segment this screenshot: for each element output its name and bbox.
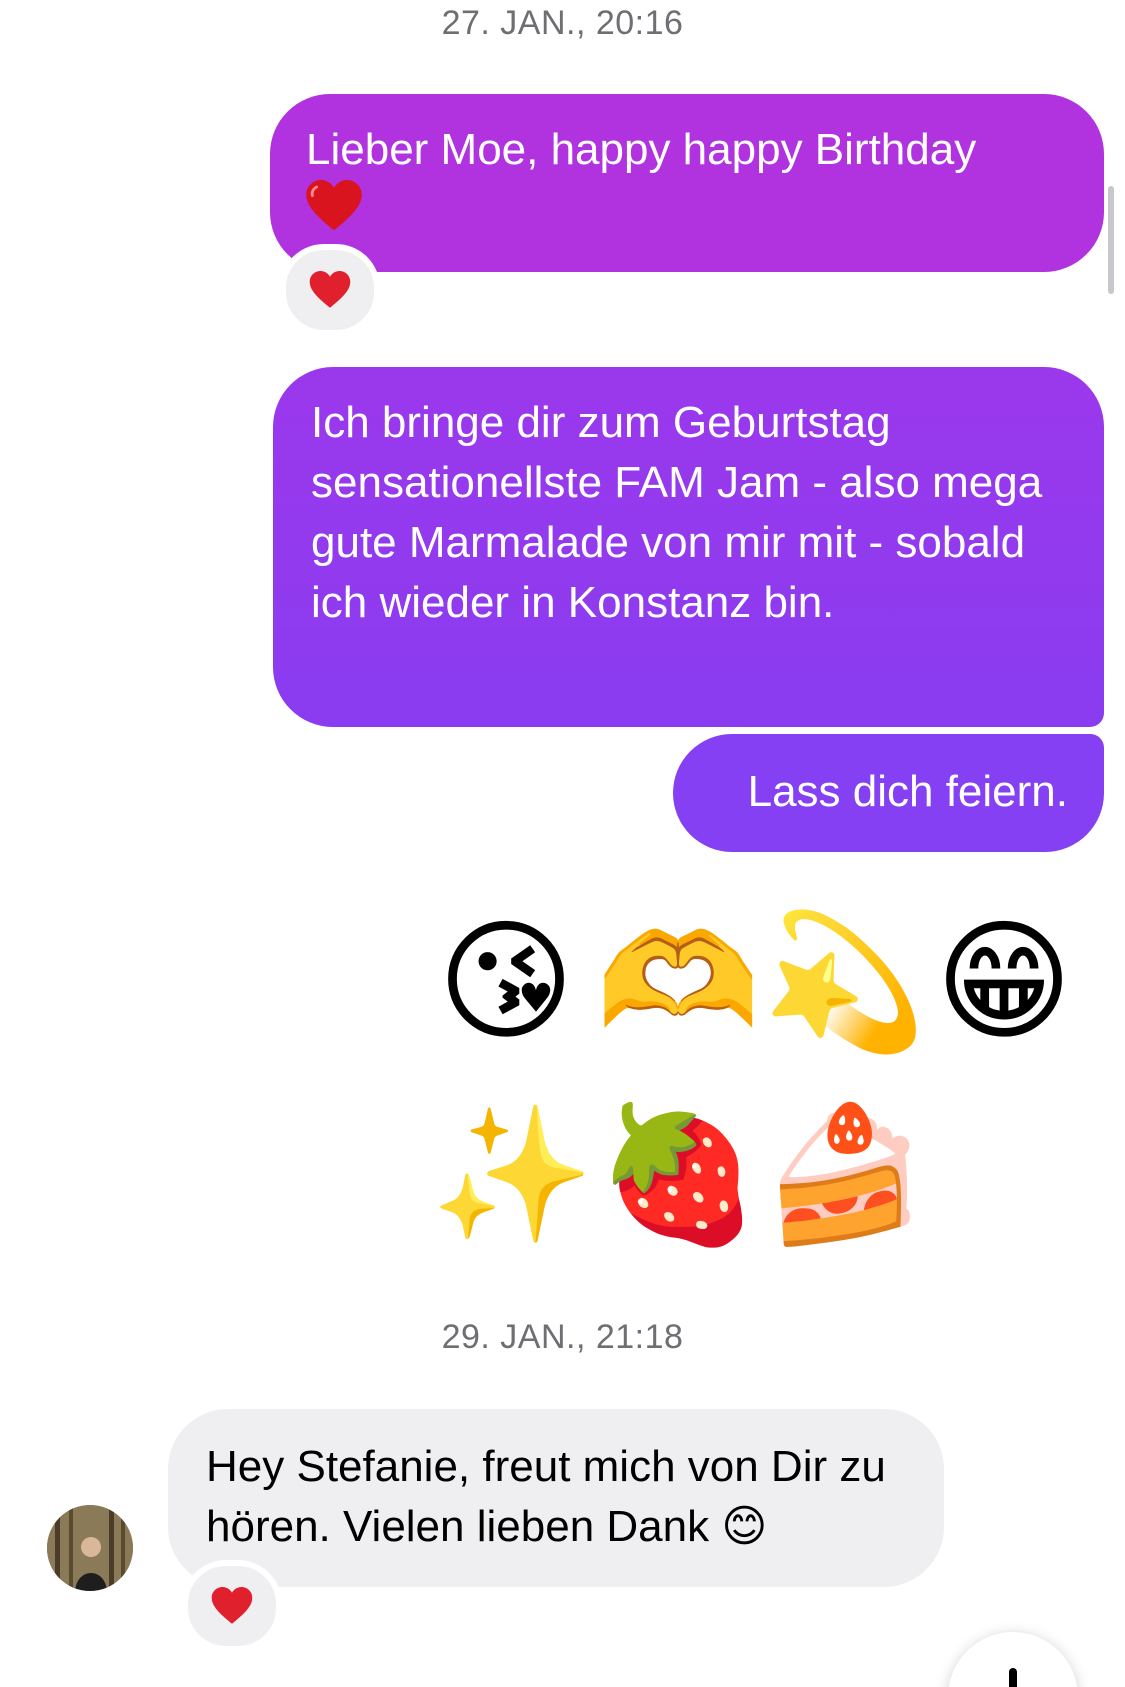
emoji-message-row[interactable]: 😘 🫶 💫 😁 [430,906,1080,1058]
message-bubble-outgoing[interactable]: Lass dich feiern. [673,734,1104,852]
kissing-face-emoji: 😘 [437,905,575,1059]
scrollbar[interactable] [1108,186,1114,294]
sparkles-emoji: ✨ [430,1098,595,1252]
grinning-face-emoji: 😁 [935,905,1073,1059]
message-text: Lass dich feiern. [747,767,1068,816]
message-bubble-outgoing[interactable]: Ich bringe dir zum Geburtstag sensatione… [273,367,1104,727]
reaction-badge[interactable] [280,244,380,336]
emoji-message-row[interactable]: ✨ 🍓 🍰 [430,1098,927,1252]
arrow-down-icon [1009,1668,1017,1687]
message-bubble-incoming[interactable]: Hey Stefanie, freut mich von Dir zu höre… [168,1409,944,1587]
timestamp: 29. JAN., 21:18 [441,1318,684,1356]
heart-hands-emoji: 🫶 [596,905,761,1059]
avatar-photo [47,1505,133,1591]
message-text: Lieber Moe, happy happy Birthday [306,125,977,174]
heart-emoji [306,180,362,231]
strawberry-emoji: 🍓 [596,1098,761,1252]
reaction-badge[interactable] [182,1560,282,1652]
timestamp: 27. JAN., 20:16 [441,4,684,42]
message-text: Hey Stefanie, freut mich von Dir zu höre… [206,1442,886,1551]
message-bubble-outgoing[interactable]: Lieber Moe, happy happy Birthday [270,94,1104,272]
heart-icon [309,271,351,308]
heart-icon [211,1587,253,1624]
avatar[interactable] [47,1505,133,1591]
scroll-to-bottom-button[interactable] [948,1632,1078,1687]
smiling-face-emoji: 😊 [721,1501,768,1552]
cake-emoji: 🍰 [762,1098,927,1252]
message-text: Ich bringe dir zum Geburtstag sensatione… [311,398,1043,627]
dizzy-star-emoji: 💫 [762,905,927,1059]
